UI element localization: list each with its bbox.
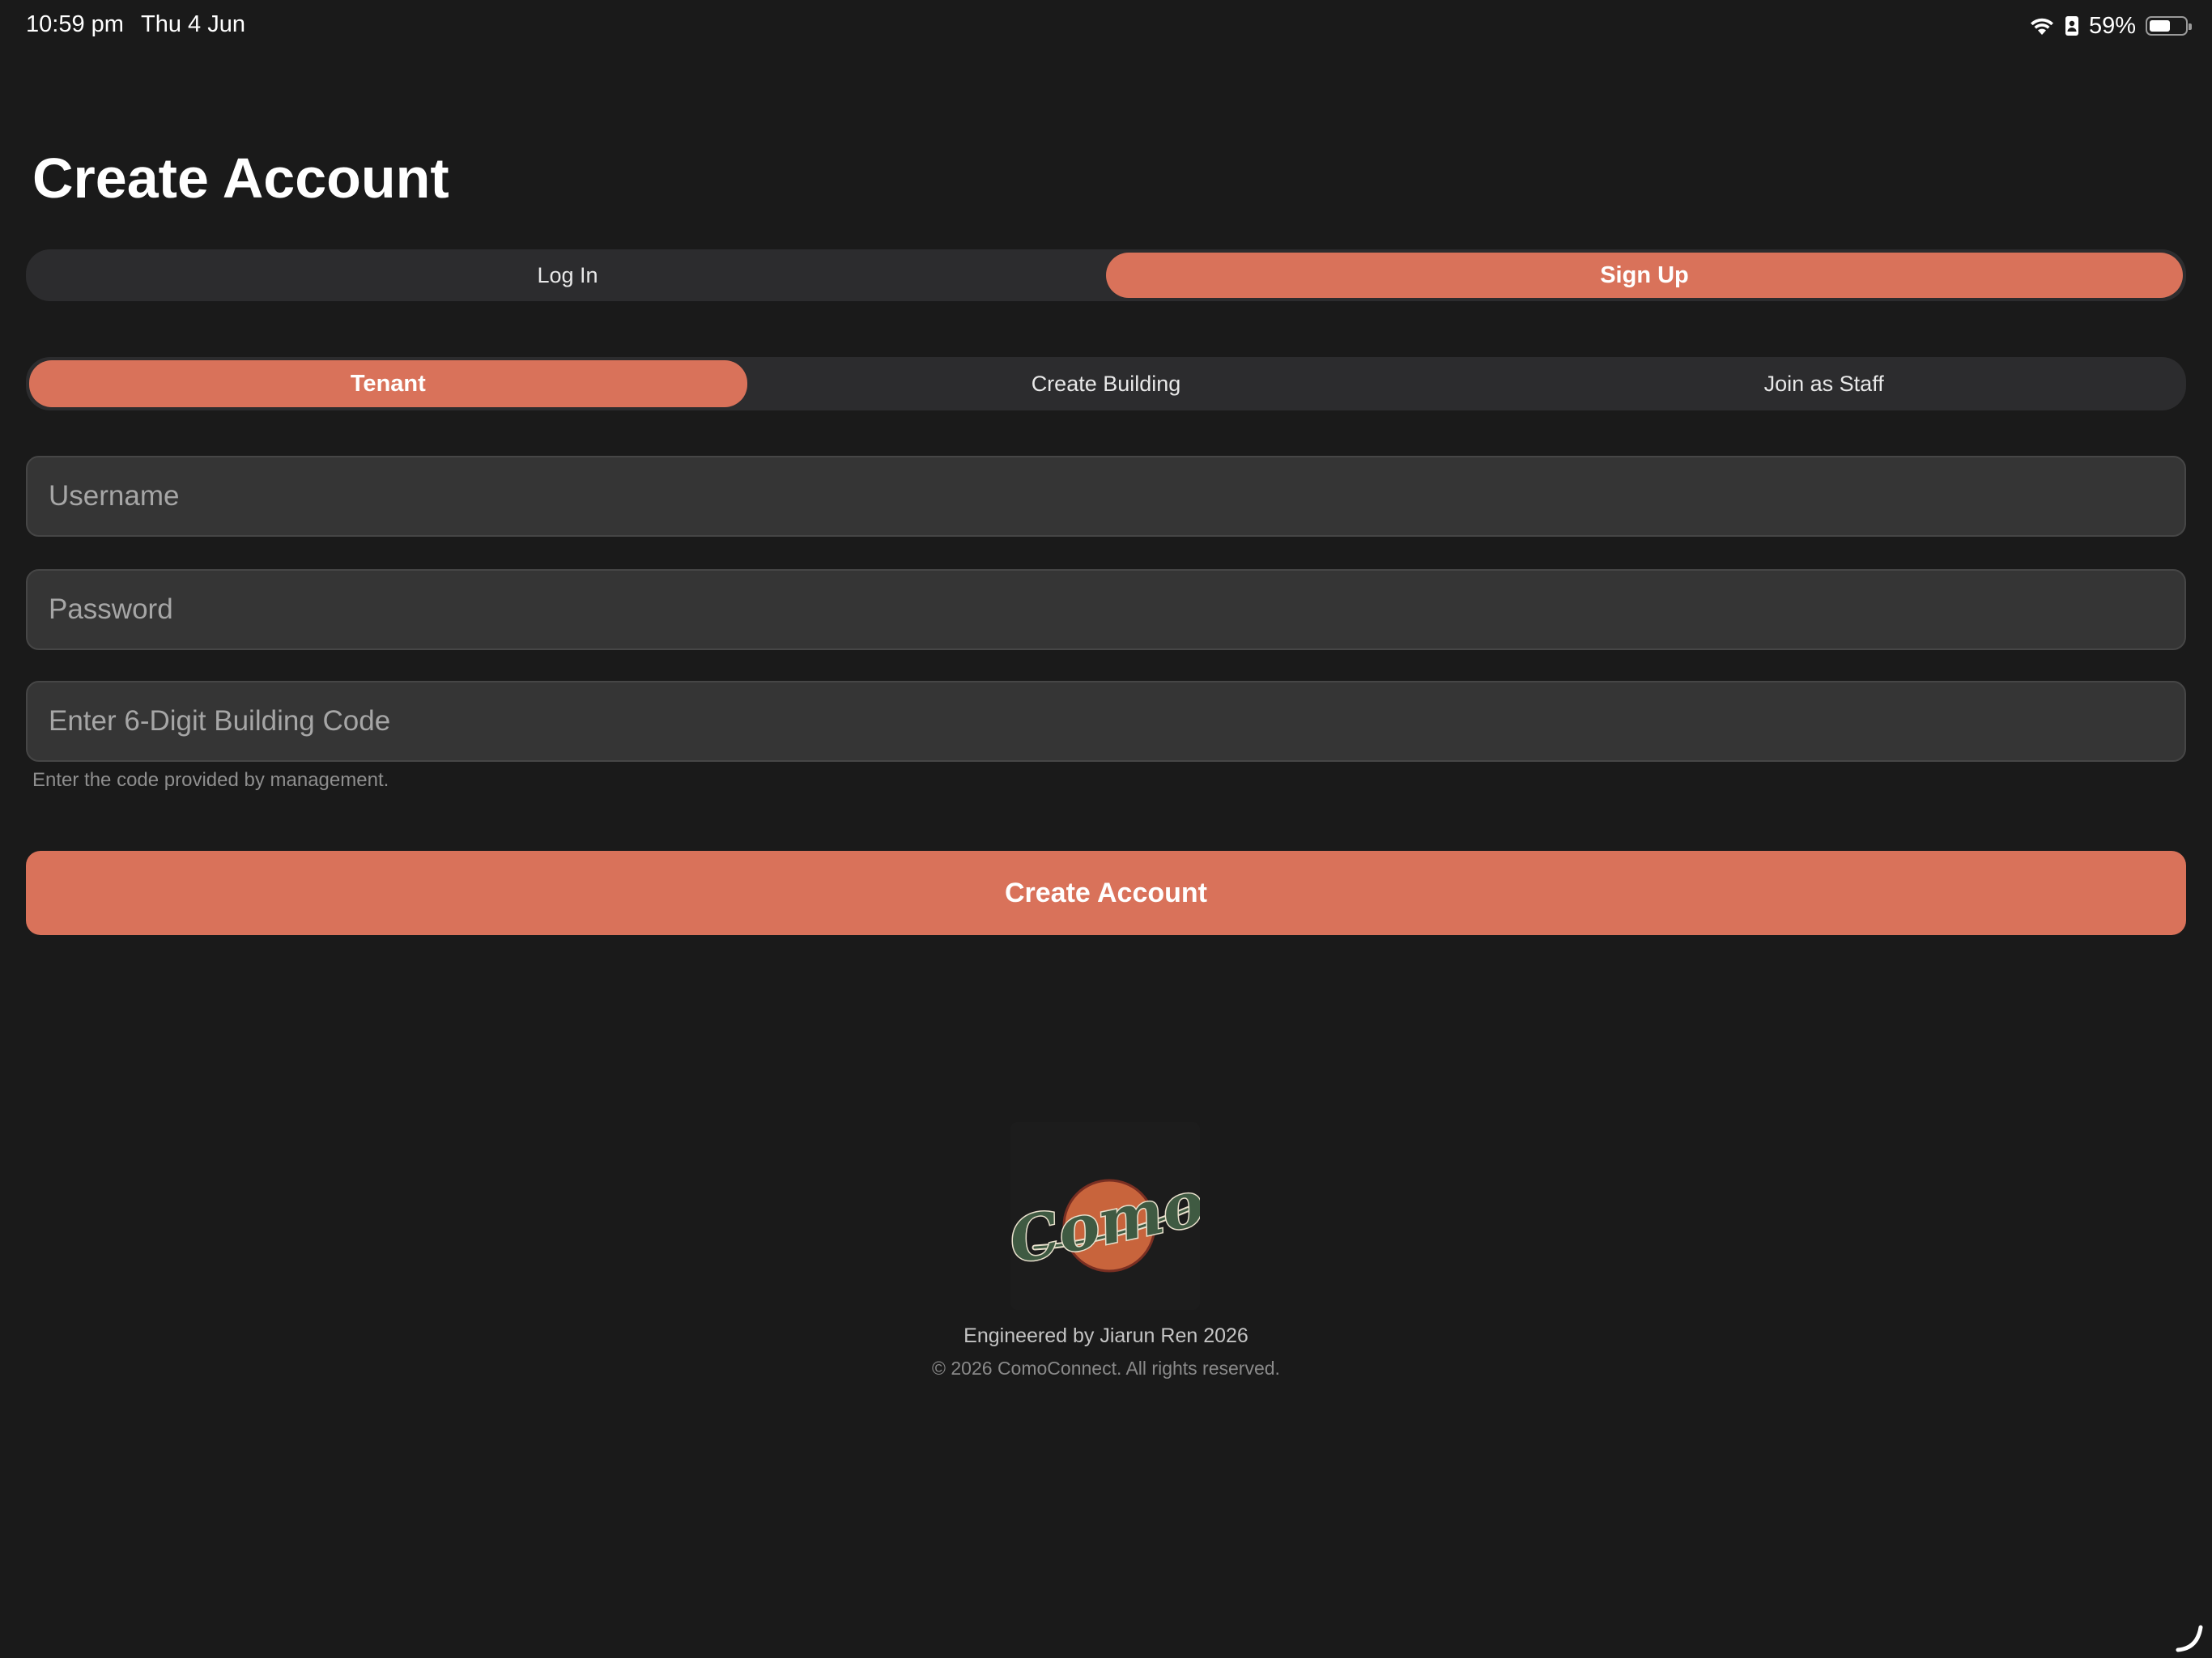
- tab-sign-up[interactable]: Sign Up: [1106, 253, 2183, 298]
- como-logo: Como: [1002, 1122, 1211, 1310]
- create-account-button[interactable]: Create Account: [26, 851, 2186, 935]
- battery-nub: [2189, 23, 2192, 30]
- building-code-input[interactable]: [26, 681, 2186, 762]
- tab-log-in[interactable]: Log In: [29, 253, 1106, 298]
- battery-level: [2150, 20, 2170, 32]
- copyright-text: © 2026 ComoConnect. All rights reserved.: [932, 1358, 1280, 1379]
- status-indicators: 59%: [2029, 10, 2192, 42]
- page-title: Create Account: [32, 147, 449, 210]
- como-logo-graphic: Como: [1002, 1165, 1211, 1278]
- building-code-hint: Enter the code provided by management.: [32, 769, 389, 791]
- username-input[interactable]: [26, 456, 2186, 537]
- battery-percentage: 59%: [2088, 12, 2136, 39]
- sim-card-icon: [2065, 16, 2078, 36]
- battery-icon: [2146, 16, 2192, 36]
- role-toggle: Tenant Create Building Join as Staff: [26, 357, 2186, 410]
- engineered-by-text: Engineered by Jiarun Ren 2026: [963, 1324, 1249, 1347]
- auth-mode-toggle: Log In Sign Up: [26, 249, 2186, 301]
- status-bar: 10:59 pm Thu 4 Jun 59%: [0, 0, 2212, 52]
- wifi-icon: [2030, 18, 2053, 35]
- status-time: 10:59 pm: [26, 11, 124, 37]
- status-date: Thu 4 Jun: [141, 11, 245, 37]
- tab-join-as-staff[interactable]: Join as Staff: [1465, 360, 2183, 407]
- tab-create-building[interactable]: Create Building: [747, 360, 1465, 407]
- password-input[interactable]: [26, 569, 2186, 650]
- resize-corner-icon: [2176, 1625, 2203, 1652]
- tab-tenant[interactable]: Tenant: [29, 360, 747, 407]
